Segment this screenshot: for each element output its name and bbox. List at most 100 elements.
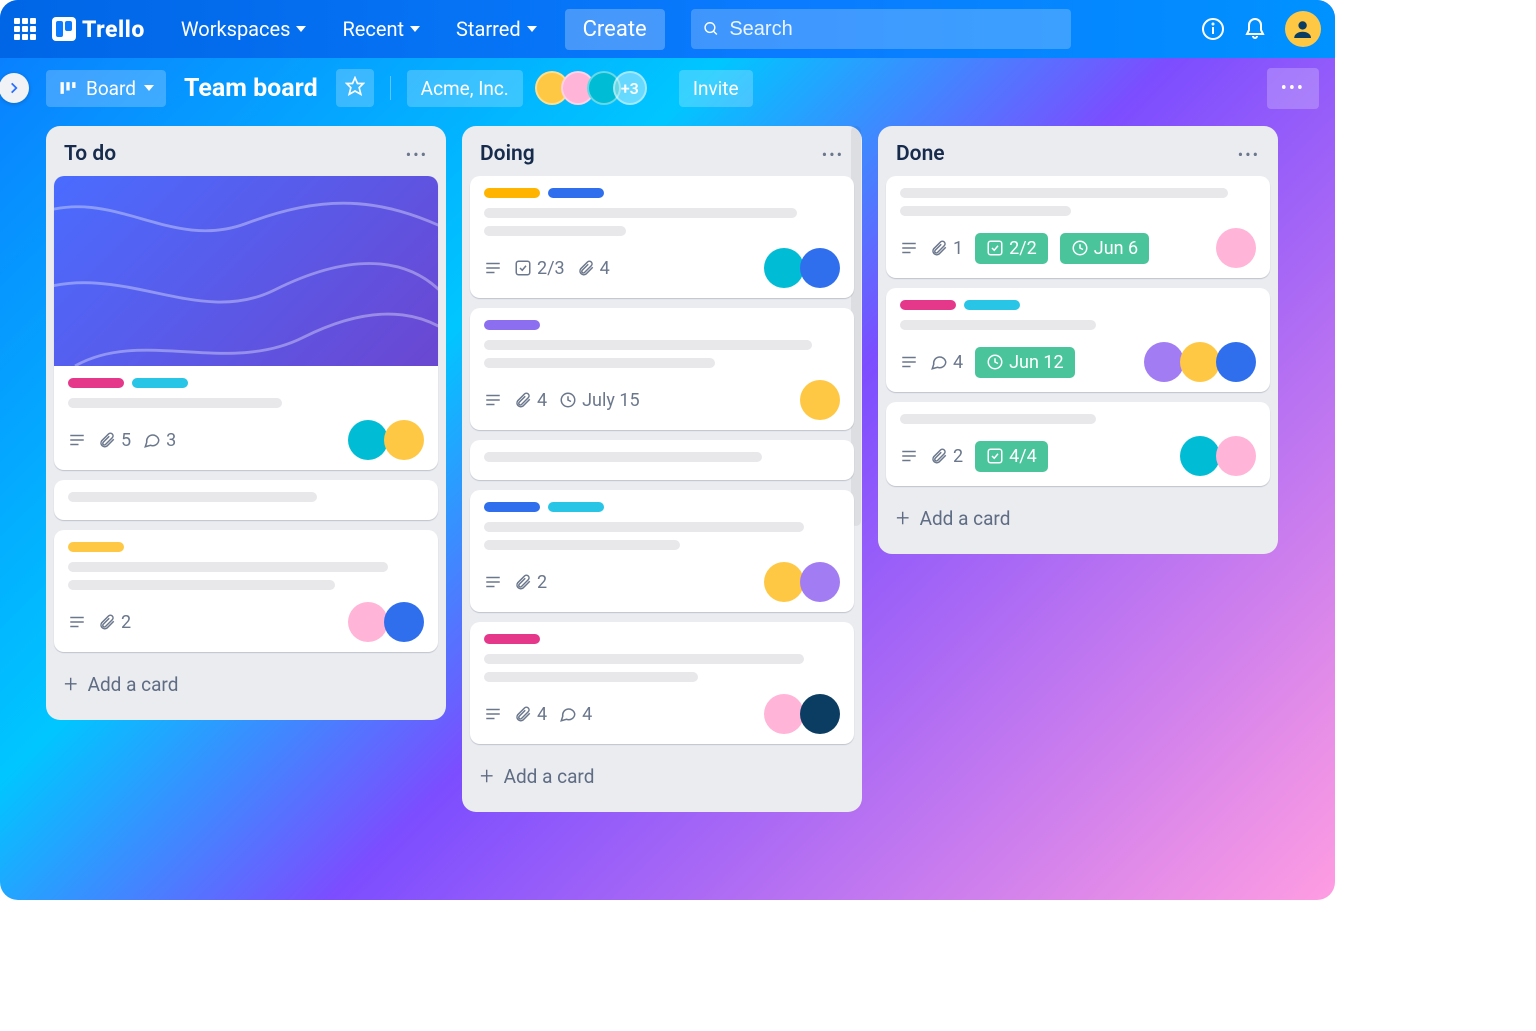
chevron-down-icon [527,26,537,32]
description-icon [900,353,918,371]
logo[interactable]: Trello [52,16,145,43]
due-date-complete-badge: Jun 12 [975,347,1075,378]
card[interactable] [470,440,854,480]
starred-menu[interactable]: Starred [442,11,551,47]
recent-menu[interactable]: Recent [328,11,434,47]
card[interactable]: 2 4/4 [886,402,1270,486]
description-icon [68,431,86,449]
card-member-avatar[interactable] [764,694,804,734]
description-icon [900,239,918,257]
card-member-avatar[interactable] [1144,342,1184,382]
attachment-badge: 5 [98,430,131,451]
attachment-badge: 1 [930,238,963,259]
notifications-icon[interactable] [1243,17,1267,41]
org-chip[interactable]: Acme, Inc. [407,70,523,107]
description-icon [484,259,502,277]
chevron-down-icon [296,26,306,32]
apps-icon[interactable] [14,18,36,40]
description-icon [900,447,918,465]
card-member-avatar[interactable] [800,380,840,420]
card[interactable]: 5 3 [54,176,438,470]
card[interactable]: 4 4 [470,622,854,744]
description-icon [484,391,502,409]
card[interactable]: 2/3 4 [470,176,854,298]
board-title[interactable]: Team board [184,74,318,103]
chevron-down-icon [410,26,420,32]
card[interactable]: 2 [54,530,438,652]
checklist-complete-badge: 2/2 [975,233,1048,264]
description-icon [484,705,502,723]
plus-icon: + [64,670,78,698]
search-box[interactable] [691,9,1071,49]
list-title[interactable]: To do [64,142,116,166]
card-cover [54,176,438,366]
attachment-badge: 2 [98,612,131,633]
info-icon[interactable] [1201,17,1225,41]
card-member-avatar[interactable] [764,248,804,288]
list-doing: Doing ••• 2/3 4 [462,126,862,812]
star-button[interactable] [336,69,374,107]
list-title[interactable]: Done [896,142,945,166]
card-member-avatar[interactable] [384,420,424,460]
card[interactable] [54,480,438,520]
card-member-avatar[interactable] [1216,342,1256,382]
card-member-avatar[interactable] [800,562,840,602]
attachment-badge: 2 [930,446,963,467]
board-menu-button[interactable]: ••• [1267,68,1319,109]
invite-button[interactable]: Invite [679,70,753,107]
add-card-button[interactable]: +Add a card [470,754,854,798]
search-icon [703,20,720,38]
card-member-avatar[interactable] [1180,436,1220,476]
brand-name: Trello [82,16,145,43]
user-avatar[interactable] [1285,11,1321,47]
card[interactable]: 2 [470,490,854,612]
card[interactable]: 4 July 15 [470,308,854,430]
add-card-button[interactable]: +Add a card [54,662,438,706]
attachment-badge: 2 [514,572,547,593]
card-member-avatar[interactable] [1216,228,1256,268]
list-todo: To do ••• 5 3 [46,126,446,720]
board-canvas[interactable]: To do ••• 5 3 [0,118,1335,900]
search-input[interactable] [729,18,1058,41]
plus-icon: + [896,504,910,532]
card-member-avatar[interactable] [800,248,840,288]
comments-badge: 3 [143,430,176,451]
create-button[interactable]: Create [565,9,665,50]
card[interactable]: 4 Jun 12 [886,288,1270,392]
chevron-down-icon [144,85,154,91]
due-date-complete-badge: Jun 6 [1060,233,1149,264]
list-menu-button[interactable]: ••• [822,145,844,164]
card-member-avatar[interactable] [764,562,804,602]
more-members[interactable]: +3 [613,71,647,105]
plus-icon: + [480,762,494,790]
card-member-avatar[interactable] [800,694,840,734]
comments-badge: 4 [559,704,592,725]
list-menu-button[interactable]: ••• [1238,145,1260,164]
board-view-selector[interactable]: Board [46,70,166,107]
list-menu-button[interactable]: ••• [406,145,428,164]
card-member-avatar[interactable] [1180,342,1220,382]
checklist-complete-badge: 4/4 [975,441,1048,472]
description-icon [484,573,502,591]
attachment-badge: 4 [577,258,610,279]
trello-logo-icon [52,17,76,41]
description-icon [68,613,86,631]
card-member-avatar[interactable] [384,602,424,642]
workspaces-menu[interactable]: Workspaces [167,11,321,47]
board-members[interactable]: +3 [543,71,647,105]
due-date-badge: July 15 [559,390,639,411]
card[interactable]: 1 2/2 Jun 6 [886,176,1270,278]
board-bar: Board Team board Acme, Inc. +3 Invite ••… [0,58,1335,118]
checklist-badge: 2/3 [514,258,565,279]
add-card-button[interactable]: +Add a card [886,496,1270,540]
top-nav: Trello Workspaces Recent Starred Create [0,0,1335,58]
card-member-avatar[interactable] [1216,436,1256,476]
card-member-avatar[interactable] [348,602,388,642]
card-member-avatar[interactable] [348,420,388,460]
attachment-badge: 4 [514,390,547,411]
list-title[interactable]: Doing [480,142,535,166]
sidebar-expand-icon[interactable] [0,73,29,103]
comments-badge: 4 [930,352,963,373]
attachment-badge: 4 [514,704,547,725]
list-done: Done ••• 1 2/2 Jun 6 [878,126,1278,554]
